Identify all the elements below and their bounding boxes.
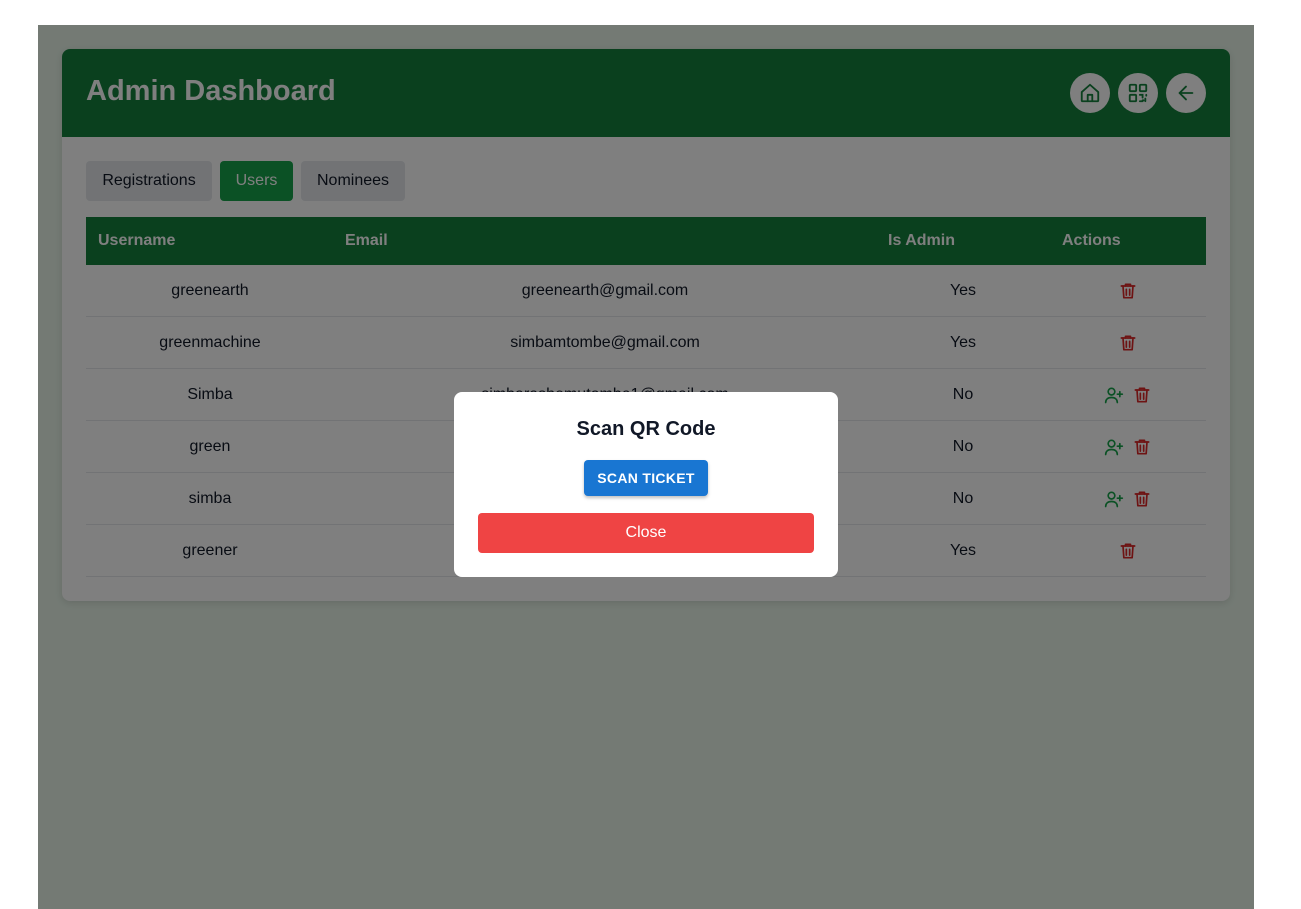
modal-title: Scan QR Code xyxy=(576,418,716,440)
close-button[interactable]: Close xyxy=(478,513,814,553)
scan-ticket-button[interactable]: SCAN TICKET xyxy=(584,460,708,496)
scan-qr-modal: Scan QR Code SCAN TICKET Close xyxy=(454,392,838,577)
